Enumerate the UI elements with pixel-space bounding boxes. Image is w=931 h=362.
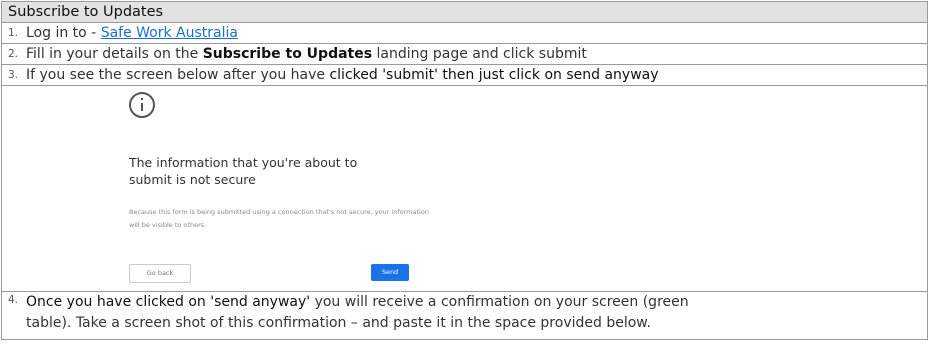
step-number: 2. xyxy=(8,48,19,60)
step-3-row: 3. If you see the screen below after you… xyxy=(2,65,927,86)
step-number: 1. xyxy=(8,27,19,39)
step-text: If you see the screen below after you ha… xyxy=(26,65,659,85)
warning-body: Because this form is being submitted usi… xyxy=(129,208,429,229)
step-4-rest: you will receive a confirmation on your … xyxy=(310,294,689,310)
step-4-row: 4. Once you have clicked on 'send anyway… xyxy=(2,292,927,340)
step-2-suffix: landing page and click submit xyxy=(372,46,587,62)
step-1-prefix: Log in to - xyxy=(26,25,101,41)
step-1-row: 1. Log in to - Safe Work Australia xyxy=(2,23,927,44)
instructions-table: Subscribe to Updates 1. Log in to - Safe… xyxy=(1,1,928,340)
step-2-row: 2. Fill in your details on the Subscribe… xyxy=(2,44,927,65)
step-4-line-1: Once you have clicked on 'send anyway' y… xyxy=(26,294,689,310)
insecure-form-warning-screenshot: The information that you're about to sub… xyxy=(117,88,477,293)
screenshot-row: The information that you're about to sub… xyxy=(2,86,927,293)
go-back-button: Go back xyxy=(129,264,191,283)
step-3-prefix: If you see the screen below after you ha… xyxy=(26,67,330,83)
section-title: Subscribe to Updates xyxy=(2,2,927,23)
step-number: 3. xyxy=(8,69,19,81)
step-2-bold: Subscribe to Updates xyxy=(202,46,373,62)
info-icon xyxy=(129,92,155,118)
step-text: Fill in your details on the Subscribe to… xyxy=(26,44,587,64)
step-4-line-2: table). Take a screen shot of this confi… xyxy=(26,315,651,331)
step-4-prefix: Once you have clicked on 'send anyway' xyxy=(26,294,311,310)
safe-work-australia-link[interactable]: Safe Work Australia xyxy=(101,25,238,41)
step-3-emphasis: clicked 'submit' then just click on send… xyxy=(329,67,659,83)
step-number: 4. xyxy=(8,294,19,306)
warning-heading: The information that you're about to sub… xyxy=(129,155,358,187)
send-anyway-button: Send anyway xyxy=(371,264,409,293)
step-text: Log in to - Safe Work Australia xyxy=(26,23,238,43)
step-2-prefix: Fill in your details on the xyxy=(26,46,203,62)
